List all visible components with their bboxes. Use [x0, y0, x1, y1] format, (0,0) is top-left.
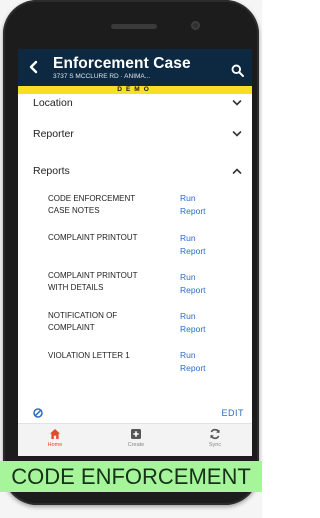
section-reporter[interactable]: Reporter [18, 124, 252, 144]
bottom-nav: Home Create Sync [18, 423, 252, 456]
nav-label: Create [127, 442, 145, 448]
nav-sync[interactable]: Sync [185, 428, 245, 448]
chevron-down-icon [232, 131, 242, 137]
run-report-link[interactable]: Run Report [180, 271, 206, 296]
phone-frame: Enforcement Case 3737 S MCCLURE RD · ANI… [3, 0, 259, 505]
section-reports[interactable]: Reports [18, 161, 252, 181]
nav-label: Home [47, 442, 63, 448]
page-subtitle: 3737 S MCCLURE RD · ANIMA... [53, 73, 151, 80]
report-name: VIOLATION LETTER 1 [48, 351, 130, 360]
report-name: CODE ENFORCEMENT CASE NOTES [48, 194, 136, 215]
ban-icon[interactable] [33, 408, 43, 418]
report-name: NOTIFICATION OF COMPLAINT [48, 311, 118, 332]
phone-camera [191, 21, 200, 30]
nav-create[interactable]: Create [106, 428, 166, 448]
app-name-banner: CODE ENFORCEMENT [0, 461, 262, 492]
action-row: EDIT [18, 405, 252, 425]
run-report-link[interactable]: Run Report [180, 232, 206, 257]
report-name: COMPLAINT PRINTOUT WITH DETAILS [48, 271, 138, 292]
edit-button[interactable]: EDIT [221, 408, 244, 418]
nav-home[interactable]: Home [25, 428, 85, 448]
section-label: Reports [33, 165, 70, 177]
section-location[interactable]: Location [18, 93, 252, 113]
run-report-link[interactable]: Run Report [180, 349, 206, 374]
home-icon [50, 429, 60, 439]
sync-icon [210, 428, 220, 440]
chevron-down-icon [232, 100, 242, 106]
nav-label: Sync [208, 442, 222, 448]
page-title: Enforcement Case [53, 55, 191, 72]
report-name: COMPLAINT PRINTOUT [48, 233, 138, 242]
run-report-link[interactable]: Run Report [180, 310, 206, 335]
chevron-up-icon [232, 168, 242, 174]
section-label: Location [33, 97, 73, 109]
chevron-left-icon[interactable] [27, 60, 41, 74]
run-report-link[interactable]: Run Report [180, 192, 206, 217]
plus-square-icon [131, 429, 141, 439]
search-icon[interactable] [231, 64, 244, 77]
phone-speaker [111, 24, 157, 29]
section-label: Reporter [33, 128, 74, 140]
app-header: Enforcement Case 3737 S MCCLURE RD · ANI… [18, 49, 252, 86]
app-screen: Enforcement Case 3737 S MCCLURE RD · ANI… [18, 49, 252, 456]
